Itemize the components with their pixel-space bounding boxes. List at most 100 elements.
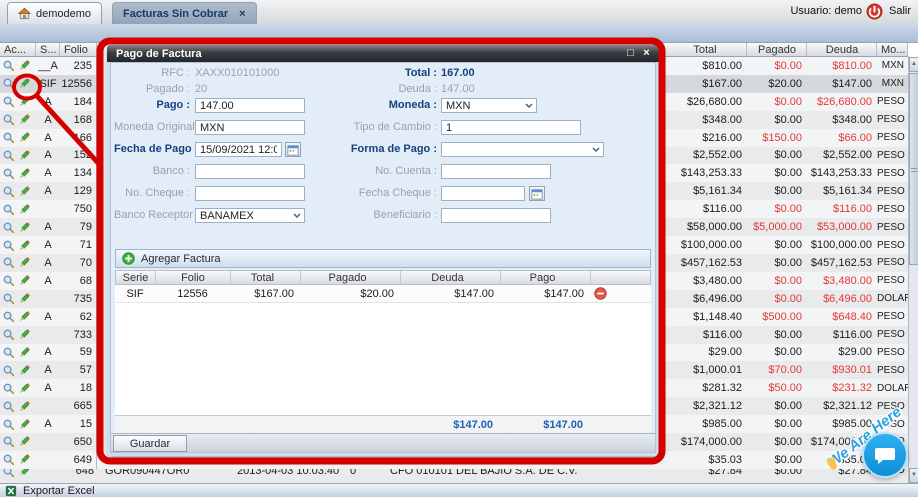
invoice-row[interactable]: $116.00 $0.00 $116.00 PESO	[663, 200, 908, 218]
invoice-row[interactable]: $29.00 $0.00 $29.00 PESO	[663, 344, 908, 362]
invoice-row[interactable]: A 152	[0, 147, 96, 165]
pay-invoice-pencil-icon[interactable]	[18, 400, 31, 413]
invoice-row[interactable]: 735	[0, 290, 96, 308]
view-invoice-icon[interactable]	[2, 346, 15, 359]
view-invoice-icon[interactable]	[2, 77, 15, 90]
column-header-deuda[interactable]: Deuda	[807, 43, 877, 56]
invoice-row[interactable]: $6,496.00 $0.00 $6,496.00 DOLAR	[663, 290, 908, 308]
invoice-row[interactable]: A 62	[0, 308, 96, 326]
view-invoice-icon[interactable]	[2, 400, 15, 413]
column-header-acciones[interactable]: Ac...	[0, 43, 36, 56]
view-invoice-icon[interactable]	[2, 453, 15, 466]
invoice-row[interactable]: A 79	[0, 218, 96, 236]
no-cuenta-input[interactable]	[441, 164, 551, 179]
remove-invoice-icon[interactable]	[590, 287, 610, 300]
column-header-serie[interactable]: S...	[36, 43, 60, 56]
column-header-total[interactable]: Total	[231, 271, 301, 284]
column-header-deuda[interactable]: Deuda	[401, 271, 501, 284]
invoice-row[interactable]: $810.00 $0.00 $810.00 MXN	[663, 57, 908, 75]
view-invoice-icon[interactable]	[2, 274, 15, 287]
invoice-row[interactable]: A 184	[0, 93, 96, 111]
invoice-row[interactable]: A 57	[0, 361, 96, 379]
tab-home[interactable]: demodemo	[7, 2, 102, 24]
fecha-cheque-calendar-icon[interactable]	[529, 186, 545, 201]
invoice-row[interactable]: $985.00 $0.00 $985.00 PESO	[663, 415, 908, 433]
moneda-original-input[interactable]	[195, 120, 305, 135]
pay-invoice-pencil-icon[interactable]	[18, 453, 31, 466]
pay-invoice-pencil-icon[interactable]	[18, 328, 31, 341]
view-invoice-icon[interactable]	[2, 418, 15, 431]
tab-facturas-sin-cobrar[interactable]: Facturas Sin Cobrar ×	[112, 2, 257, 24]
view-invoice-icon[interactable]	[2, 95, 15, 108]
pay-invoice-pencil-icon[interactable]	[18, 310, 31, 323]
tipo-cambio-input[interactable]	[441, 120, 581, 135]
invoice-row[interactable]: A 70	[0, 254, 96, 272]
invoice-row[interactable]: A 166	[0, 129, 96, 147]
moneda-select[interactable]: MXN	[441, 98, 537, 113]
invoice-row[interactable]: 650	[0, 433, 96, 451]
column-header-pago[interactable]: Pago	[501, 271, 591, 284]
invoice-row[interactable]: $100,000.00 $0.00 $100,000.00 PESO	[663, 236, 908, 254]
pay-invoice-pencil-icon[interactable]	[18, 77, 31, 90]
invoice-row[interactable]: 665	[0, 397, 96, 415]
invoice-row[interactable]: A 59	[0, 344, 96, 362]
pay-invoice-pencil-icon[interactable]	[18, 382, 31, 395]
invoice-row[interactable]: $5,161.34 $0.00 $5,161.34 PESO	[663, 182, 908, 200]
invoice-row[interactable]: $116.00 $0.00 $116.00 PESO	[663, 326, 908, 344]
partial-invoice-row[interactable]: 648 GOR090447OR0 2013-04-03 10:03:40 0 C…	[0, 469, 908, 483]
pay-invoice-pencil-icon[interactable]	[18, 292, 31, 305]
view-invoice-icon[interactable]	[2, 185, 15, 198]
view-invoice-icon[interactable]	[2, 256, 15, 269]
invoice-row[interactable]: $58,000.00 $5,000.00 $53,000.00 PESO	[663, 218, 908, 236]
view-invoice-icon[interactable]	[2, 113, 15, 126]
invoice-row[interactable]: $3,480.00 $0.00 $3,480.00 PESO	[663, 272, 908, 290]
column-header-folio[interactable]: Folio	[156, 271, 231, 284]
pay-invoice-pencil-icon[interactable]	[18, 435, 31, 448]
pay-invoice-pencil-icon[interactable]	[18, 149, 31, 162]
vertical-scrollbar[interactable]: ▲ ▼	[908, 57, 918, 483]
maximize-icon[interactable]: □	[624, 47, 637, 60]
view-invoice-icon[interactable]	[2, 435, 15, 448]
pay-invoice-pencil-icon[interactable]	[18, 418, 31, 431]
dialog-title-bar[interactable]: Pago de Factura □ ×	[107, 45, 659, 62]
tab-close-icon[interactable]: ×	[239, 8, 245, 20]
close-icon[interactable]: ×	[640, 47, 653, 60]
invoice-row[interactable]: __A 235	[0, 57, 96, 75]
invoice-row[interactable]: SIF 12556	[0, 75, 96, 93]
invoice-row[interactable]: A 71	[0, 236, 96, 254]
column-header-serie[interactable]: Serie	[116, 271, 156, 284]
agregar-factura-bar[interactable]: Agregar Factura	[115, 249, 651, 268]
invoice-row[interactable]: 733	[0, 326, 96, 344]
guardar-button[interactable]: Guardar	[113, 435, 187, 452]
pay-invoice-pencil-icon[interactable]	[18, 364, 31, 377]
view-invoice-icon[interactable]	[2, 221, 15, 234]
fecha-pago-calendar-icon[interactable]	[285, 142, 301, 157]
invoice-row[interactable]: $26,680.00 $0.00 $26,680.00 PESO	[663, 93, 908, 111]
view-invoice-icon[interactable]	[2, 167, 15, 180]
beneficiario-input[interactable]	[441, 208, 551, 223]
pay-invoice-pencil-icon[interactable]	[18, 221, 31, 234]
pago-input[interactable]	[195, 98, 305, 113]
invoice-row[interactable]: $348.00 $0.00 $348.00 PESO	[663, 111, 908, 129]
invoice-row[interactable]: $457,162.53 $0.00 $457,162.53 PESO	[663, 254, 908, 272]
pay-invoice-pencil-icon[interactable]	[18, 203, 31, 216]
invoice-row[interactable]: $1,148.40 $500.00 $648.40 PESO	[663, 308, 908, 326]
pay-invoice-pencil-icon[interactable]	[18, 59, 31, 72]
pay-invoice-pencil-icon[interactable]	[18, 239, 31, 252]
view-invoice-icon[interactable]	[2, 328, 15, 341]
invoice-row[interactable]: $2,552.00 $0.00 $2,552.00 PESO	[663, 147, 908, 165]
dialog-invoice-row[interactable]: SIF 12556 $167.00 $20.00 $147.00 $147.00	[115, 285, 651, 303]
column-header-pagado[interactable]: Pagado	[747, 43, 807, 56]
pay-invoice-pencil-icon[interactable]	[18, 113, 31, 126]
invoice-row[interactable]: A 168	[0, 111, 96, 129]
forma-pago-select[interactable]	[441, 142, 604, 157]
column-header-folio[interactable]: Folio	[60, 43, 97, 56]
scroll-down-icon[interactable]: ▼	[909, 468, 918, 483]
scroll-up-icon[interactable]: ▲	[909, 57, 918, 72]
view-invoice-icon[interactable]	[2, 364, 15, 377]
invoice-row[interactable]: 750	[0, 200, 96, 218]
invoice-row[interactable]: $216.00 $150.00 $66.00 PESO	[663, 129, 908, 147]
view-invoice-icon[interactable]	[2, 239, 15, 252]
view-invoice-icon[interactable]	[2, 59, 15, 72]
view-invoice-icon[interactable]	[2, 203, 15, 216]
